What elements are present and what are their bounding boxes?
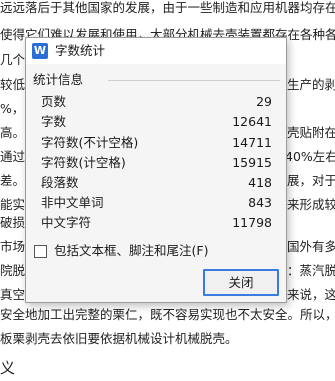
doc-right-fragment: 壳贴附在 (287, 125, 335, 140)
doc-line: 远远落后于其他国家的发展，由于一些制造和应用机器均存在一 (0, 0, 335, 15)
stat-label: 段落数 (41, 175, 79, 190)
doc-line: 院脱 (0, 263, 26, 278)
doc-right-fragment: 来形成较 (287, 197, 335, 212)
doc-line: 高。 (0, 125, 26, 140)
stat-value: 11798 (232, 215, 272, 230)
stat-label: 字符数(不计空格) (41, 135, 139, 150)
stat-value: 29 (256, 94, 272, 109)
doc-right-fragment: 生产的剥 (287, 77, 335, 92)
doc-right-fragment: ：蒸汽脱 (287, 263, 335, 278)
stat-row-chars-with-spaces: 字符数(计空格) 15915 (26, 153, 286, 173)
stat-row-non-chinese-words: 非中文单词 843 (26, 193, 286, 213)
close-button[interactable]: 关闭 (203, 269, 279, 296)
doc-line: 通过 (0, 149, 26, 164)
doc-line: 板栗剥壳去依旧要依据机械设计机械脱壳。 (0, 331, 238, 346)
stat-value: 843 (248, 195, 272, 210)
stat-row-pages: 页数 29 (26, 92, 286, 112)
stat-row-chinese-chars: 中文字符 11798 (26, 213, 286, 233)
stat-row-paragraphs: 段落数 418 (26, 173, 286, 193)
stat-label: 非中文单词 (41, 195, 104, 210)
stat-value: 14711 (232, 135, 272, 150)
doc-line: 义 (0, 359, 16, 377)
doc-line: 较低 (0, 77, 26, 92)
doc-line: 安全地加工出完整的栗仁，既不容易实现也不太安全。所以，针 (0, 307, 335, 322)
doc-line: 差。 (0, 173, 26, 188)
stat-label: 中文字符 (41, 215, 92, 230)
doc-right-fragment: 国外有多 (287, 239, 335, 254)
include-textboxes-checkbox[interactable] (34, 245, 47, 258)
stat-row-words: 字数 12641 (26, 112, 286, 132)
stat-value: 15915 (232, 155, 272, 170)
stat-value: 418 (248, 175, 272, 190)
stat-value: 12641 (232, 114, 272, 129)
group-divider (108, 80, 280, 81)
statistics-group-label: 统计信息 (33, 72, 84, 87)
doc-line: 真空 (0, 287, 26, 302)
app-icon: W (32, 43, 48, 59)
doc-right-fragment: 40%左右。 (285, 149, 335, 164)
doc-line: 市场 (0, 239, 26, 254)
doc-right-fragment: 展，对于 (287, 173, 335, 188)
stat-label: 字数 (41, 114, 67, 129)
stat-label: 页数 (41, 94, 67, 109)
stat-label: 字符数(计空格) (41, 155, 126, 170)
word-count-dialog: W 字数统计 统计信息 页数 29 字数 12641 字符数(不计空格) 147… (25, 37, 287, 303)
doc-right-fragment: 来说，这 (287, 287, 335, 302)
include-textboxes-label[interactable]: 包括文本框、脚注和尾注(F) (54, 243, 208, 259)
stat-row-chars-no-spaces: 字符数(不计空格) 14711 (26, 133, 286, 153)
dialog-title: 字数统计 (55, 43, 106, 58)
dialog-titlebar[interactable]: W 字数统计 (26, 38, 286, 64)
